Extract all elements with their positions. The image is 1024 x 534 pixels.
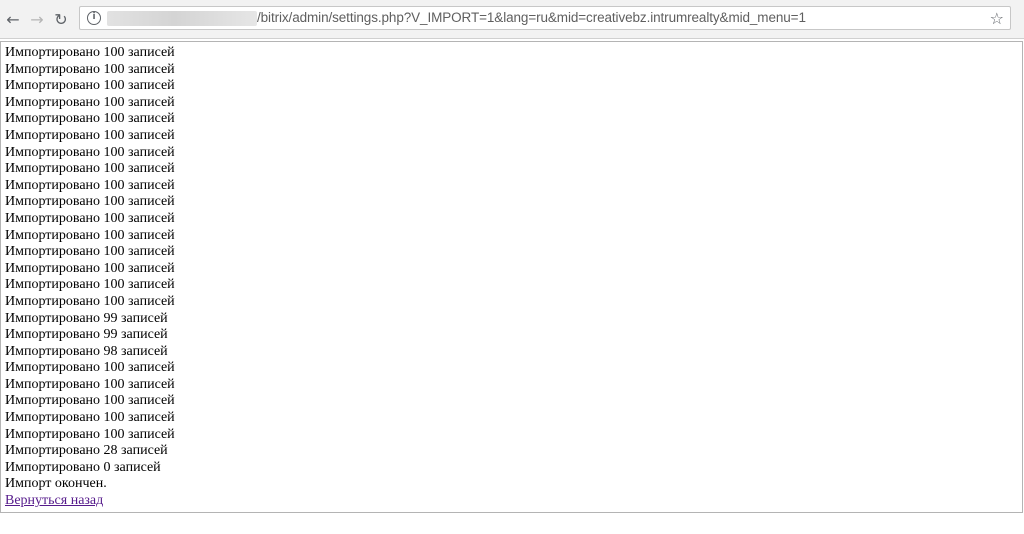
log-line: Импортировано 28 записей <box>5 443 168 459</box>
log-line: Импортировано 100 записей <box>5 210 175 226</box>
log-line: Импортировано 100 записей <box>5 277 175 293</box>
log-line: Импортировано 99 записей <box>5 327 168 343</box>
log-line: Импортировано 100 записей <box>5 127 175 143</box>
import-log: Импортировано 100 записей Импортировано 1… <box>5 45 175 510</box>
bookmark-star-icon[interactable]: ☆ <box>990 9 1004 28</box>
url-text[interactable]: /bitrix/admin/settings.php?V_IMPORT=1&la… <box>257 10 806 25</box>
page-viewport: Импортировано 100 записей Импортировано 1… <box>0 41 1023 513</box>
log-line: Импортировано 100 записей <box>5 161 175 177</box>
log-line: Импортировано 100 записей <box>5 360 175 376</box>
log-line: Импортировано 0 записей <box>5 459 161 475</box>
reload-icon[interactable]: ↻ <box>50 8 72 30</box>
log-line: Импортировано 100 записей <box>5 78 175 94</box>
log-line: Импортировано 100 записей <box>5 376 175 392</box>
log-line: Импортировано 100 записей <box>5 194 175 210</box>
log-line: Импортировано 98 записей <box>5 343 168 359</box>
log-line: Импортировано 100 записей <box>5 227 175 243</box>
log-line: Импортировано 100 записей <box>5 94 175 110</box>
browser-toolbar: ← → ↻ i /bitrix/admin/settings.php?V_IMP… <box>0 0 1024 39</box>
log-line: Импортировано 100 записей <box>5 61 175 77</box>
back-link[interactable]: Вернуться назад <box>5 493 175 510</box>
log-line: Импорт окончен. <box>5 476 107 492</box>
log-line: Импортировано 100 записей <box>5 244 175 260</box>
blurred-host <box>107 11 257 26</box>
forward-arrow-icon[interactable]: → <box>26 8 48 30</box>
address-bar[interactable]: i /bitrix/admin/settings.php?V_IMPORT=1&… <box>79 6 1011 30</box>
log-line: Импортировано 100 записей <box>5 45 175 60</box>
log-line: Импортировано 100 записей <box>5 410 175 426</box>
log-line: Импортировано 100 записей <box>5 177 175 193</box>
log-line: Импортировано 100 записей <box>5 293 175 309</box>
info-icon[interactable]: i <box>87 11 101 25</box>
log-line: Импортировано 99 записей <box>5 310 168 326</box>
back-arrow-icon[interactable]: ← <box>2 8 24 30</box>
log-line: Импортировано 100 записей <box>5 144 175 160</box>
log-line: Импортировано 100 записей <box>5 393 175 409</box>
log-line: Импортировано 100 записей <box>5 426 175 442</box>
log-line: Импортировано 100 записей <box>5 260 175 276</box>
log-line: Импортировано 100 записей <box>5 111 175 127</box>
